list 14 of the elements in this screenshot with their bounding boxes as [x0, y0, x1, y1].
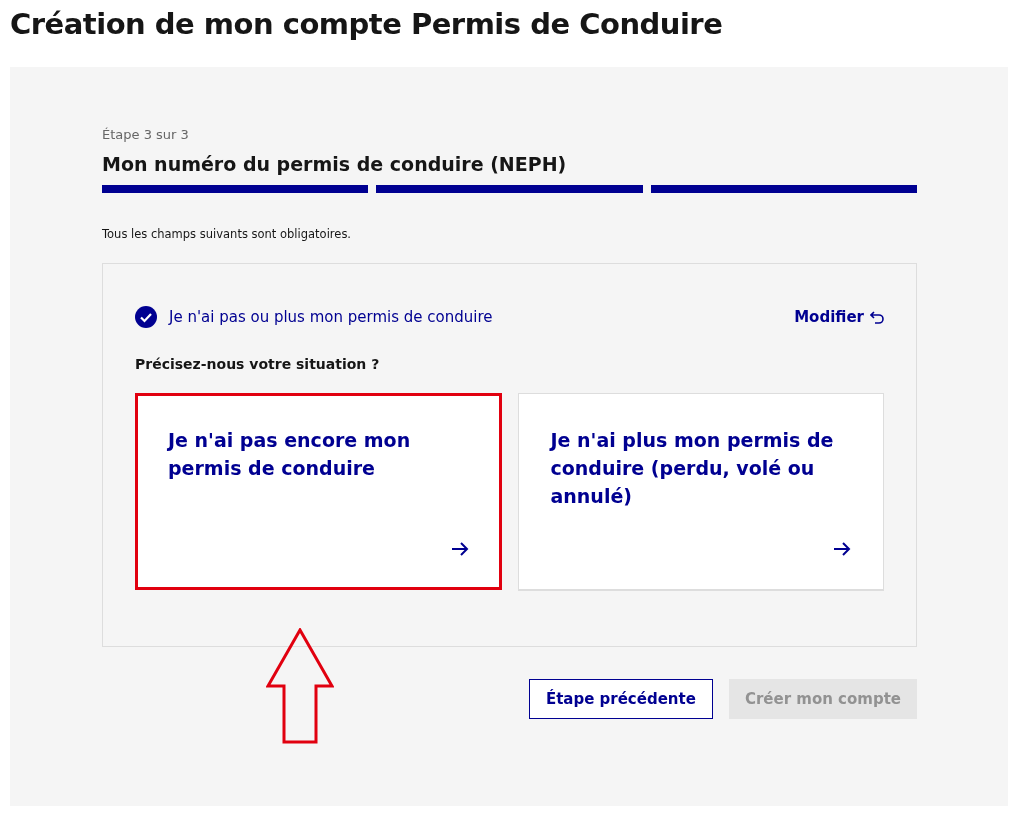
- page-title: Création de mon compte Permis de Conduire: [10, 6, 724, 43]
- check-circle-icon: [135, 306, 157, 328]
- required-notice: Tous les champs suivants sont obligatoires.: [102, 227, 353, 243]
- arrow-right-icon: [833, 541, 851, 557]
- question: Précisez-nous votre situation ?: [135, 356, 381, 374]
- step-label: Étape 3 sur 3: [102, 127, 190, 144]
- choice-card[interactable]: Je n'ai pas encore mon permis de conduire: [135, 393, 502, 590]
- arrow-right-icon: [450, 541, 469, 557]
- choice-card[interactable]: Je n'ai plus mon permis de conduire (perdu, volé ou annulé): [517, 393, 884, 590]
- step-title: Mon numéro du permis de conduire (NEPH): [102, 152, 568, 177]
- previous-step-button[interactable]: Étape précédente: [528, 679, 713, 719]
- edit-link[interactable]: Modifier: [794, 308, 884, 326]
- selected-answer: Je n'ai pas ou plus mon permis de conduire: [169, 308, 493, 326]
- undo-icon: [870, 310, 884, 324]
